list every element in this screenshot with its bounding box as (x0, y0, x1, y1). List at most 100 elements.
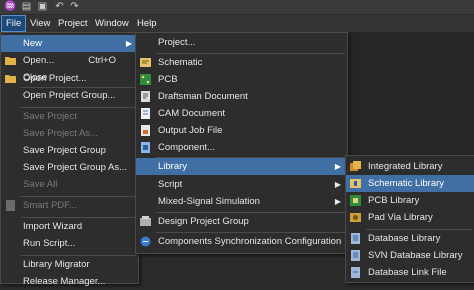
pad-via-library-icon (350, 213, 361, 222)
new-menu-components-sync-label: Components Synchronization Configuration (158, 236, 342, 247)
new-menu-output-job[interactable]: Output Job File (136, 122, 347, 139)
file-menu-save-project-group-as-label: Save Project Group As... (23, 162, 128, 173)
folder-icon (5, 75, 16, 83)
project-group-icon (140, 216, 151, 226)
new-menu-design-project-group[interactable]: Design Project Group (136, 213, 347, 230)
file-menu-new[interactable]: New ▶ (1, 35, 138, 52)
file-menu-new-label: New (23, 38, 43, 49)
integrated-library-icon (350, 161, 361, 171)
database-library-icon (351, 233, 360, 244)
library-menu-pad-via[interactable]: Pad Via Library (346, 209, 474, 226)
file-menu-save-project-group-as[interactable]: Save Project Group As... (1, 159, 138, 176)
library-menu-schematic[interactable]: Schematic Library (346, 175, 474, 192)
library-menu-pad-via-label: Pad Via Library (368, 212, 433, 223)
file-menu-open-project[interactable]: Open Project... (1, 70, 138, 87)
new-submenu: Project... Schematic PCB Draftsman Docum… (135, 32, 348, 254)
new-menu-components-sync[interactable]: Components Synchronization Configuration (136, 233, 347, 250)
schematic-icon (140, 58, 151, 67)
file-menu-save-project-group-label: Save Project Group (23, 145, 106, 156)
menu-window[interactable]: Window (91, 16, 133, 31)
undo-icon[interactable]: ↶ (54, 1, 65, 12)
draftsman-icon (141, 91, 150, 102)
file-menu-open-project-label: Open Project... (23, 73, 87, 84)
new-menu-design-project-group-label: Design Project Group (158, 216, 249, 227)
file-menu-save-all-label: Save All (23, 179, 58, 190)
file-menu-release-manager[interactable]: Release Manager... (1, 273, 138, 290)
library-menu-database-link-label: Database Link File (368, 267, 447, 278)
new-menu-draftsman[interactable]: Draftsman Document (136, 88, 347, 105)
svn-database-library-icon (351, 250, 360, 261)
menu-file[interactable]: File (0, 15, 27, 32)
file-menu-library-migrator[interactable]: Library Migrator (1, 256, 138, 273)
new-menu-library-label: Library (158, 161, 188, 172)
file-menu-import-wizard[interactable]: Import Wizard (1, 218, 138, 235)
redo-icon[interactable]: ↷ (69, 1, 80, 12)
file-menu: New ▶ Open... Ctrl+O Close Open Project.… (0, 32, 139, 287)
submenu-arrow-icon: ▶ (125, 39, 132, 48)
submenu-arrow-icon: ▶ (334, 162, 341, 171)
app-logo-icon[interactable]: ♒ (4, 1, 16, 12)
file-menu-open-shortcut: Ctrl+O (88, 55, 116, 66)
file-menu-save-all[interactable]: Save All (1, 176, 138, 193)
cam-icon (141, 108, 150, 119)
file-menu-save-project-as[interactable]: Save Project As... (1, 125, 138, 142)
library-submenu: Integrated Library Schematic Library PCB… (345, 155, 474, 283)
database-link-icon (351, 267, 360, 278)
new-menu-project-label: Project... (158, 37, 196, 48)
file-menu-save-project[interactable]: Save Project (1, 108, 138, 125)
new-menu-script[interactable]: Script ▶ (136, 176, 347, 193)
library-menu-svn-database[interactable]: SVN Database Library (346, 247, 474, 264)
library-menu-svn-database-label: SVN Database Library (368, 250, 463, 261)
new-menu-component[interactable]: Component... (136, 139, 347, 156)
library-menu-pcb[interactable]: PCB Library (346, 192, 474, 209)
new-menu-output-job-label: Output Job File (158, 125, 223, 136)
library-menu-integrated[interactable]: Integrated Library (346, 158, 474, 175)
file-menu-import-wizard-label: Import Wizard (23, 221, 83, 232)
file-menu-open[interactable]: Open... Ctrl+O (1, 52, 138, 69)
save-icon[interactable]: ▣ (37, 1, 48, 12)
new-menu-component-label: Component... (158, 142, 216, 153)
file-menu-open-project-group[interactable]: Open Project Group... (1, 87, 138, 104)
new-menu-schematic[interactable]: Schematic (136, 54, 347, 71)
file-menu-save-project-as-label: Save Project As... (23, 128, 98, 139)
file-menu-smart-pdf[interactable]: Smart PDF... (1, 197, 138, 214)
new-menu-cam[interactable]: CAM Document (136, 105, 347, 122)
new-menu-mixed-signal[interactable]: Mixed-Signal Simulation ▶ (136, 193, 347, 210)
menu-view[interactable]: View (26, 16, 54, 31)
pcb-icon (140, 74, 151, 85)
file-menu-release-manager-label: Release Manager... (23, 276, 106, 287)
file-menu-smart-pdf-label: Smart PDF... (23, 200, 77, 211)
file-menu-open-project-group-label: Open Project Group... (23, 90, 116, 101)
library-menu-schematic-label: Schematic Library (368, 178, 445, 189)
output-job-icon (141, 125, 150, 136)
file-menu-run-script-label: Run Script... (23, 238, 76, 249)
file-menu-run-script[interactable]: Run Script... (1, 235, 138, 252)
component-icon (141, 142, 150, 153)
file-menu-open-label: Open... (23, 55, 55, 66)
submenu-arrow-icon: ▶ (334, 197, 341, 206)
new-menu-mixed-signal-label: Mixed-Signal Simulation (158, 196, 260, 207)
schematic-library-icon (350, 179, 361, 188)
file-menu-save-project-label: Save Project (23, 111, 77, 122)
library-menu-integrated-label: Integrated Library (368, 161, 443, 172)
library-menu-database-link[interactable]: Database Link File (346, 264, 474, 281)
library-menu-database-label: Database Library (368, 233, 441, 244)
library-menu-database[interactable]: Database Library (346, 230, 474, 247)
new-menu-library[interactable]: Library ▶ (136, 158, 347, 175)
toolbar: ♒ ▤ ▣ ↶ ↷ (0, 0, 474, 14)
new-menu-cam-label: CAM Document (158, 108, 226, 119)
pcb-library-icon (350, 195, 361, 206)
new-menu-script-label: Script (158, 179, 183, 190)
new-menu-pcb[interactable]: PCB (136, 71, 347, 88)
new-menu-draftsman-label: Draftsman Document (158, 91, 248, 102)
submenu-arrow-icon: ▶ (334, 180, 341, 189)
pdf-icon (6, 200, 15, 211)
folder-icon (5, 57, 16, 65)
menu-help[interactable]: Help (133, 16, 161, 31)
new-menu-schematic-label: Schematic (158, 57, 203, 68)
file-menu-save-project-group[interactable]: Save Project Group (1, 142, 138, 159)
menu-project[interactable]: Project (54, 16, 92, 31)
folder-open-icon[interactable]: ▤ (21, 1, 32, 12)
new-menu-project[interactable]: Project... (136, 34, 347, 51)
sync-icon (140, 236, 151, 247)
